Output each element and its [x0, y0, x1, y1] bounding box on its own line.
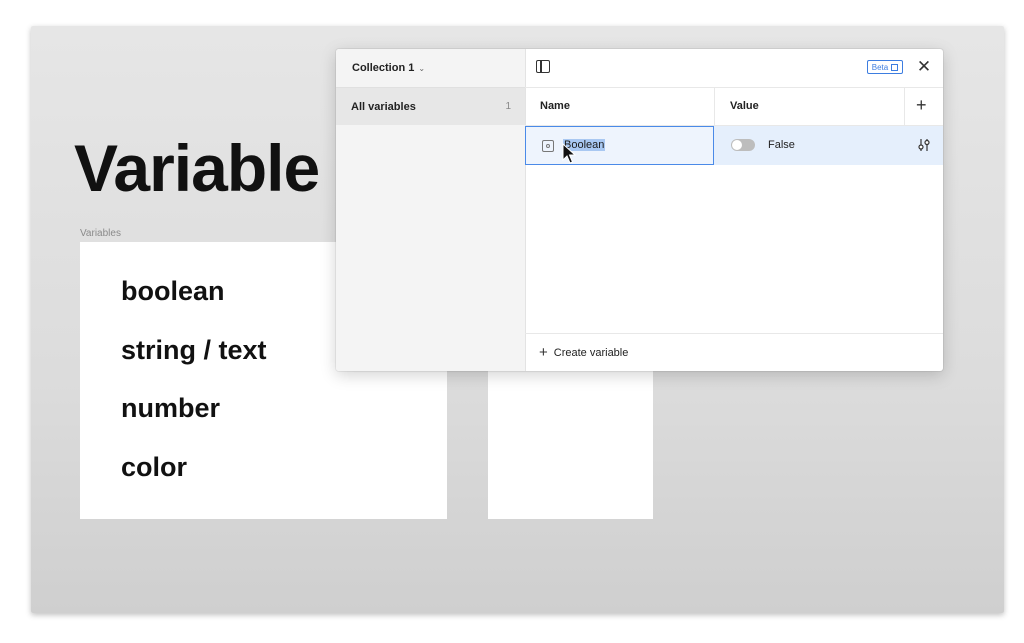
- frame-item-string: string / text: [121, 335, 267, 365]
- table-row[interactable]: Boolean False: [525, 126, 943, 165]
- frame-item-number: number: [121, 393, 221, 423]
- boolean-toggle[interactable]: [731, 139, 755, 151]
- chevron-down-icon: ⌄: [418, 63, 426, 73]
- create-variable-label: Create variable: [553, 346, 629, 359]
- create-variable-button[interactable]: + Create variable: [539, 345, 628, 360]
- column-header-name: Name: [540, 100, 570, 112]
- mouse-pointer-icon: [562, 143, 576, 164]
- variable-name-field[interactable]: Boolean: [525, 126, 714, 165]
- add-mode-icon[interactable]: +: [916, 95, 927, 116]
- variables-modal: Collection 1 ⌄ All variables 1 Beta ✕ Na…: [336, 49, 943, 371]
- modal-footer: + Create variable: [525, 333, 943, 371]
- column-divider: [904, 88, 905, 125]
- beta-label: Beta: [871, 62, 889, 72]
- sidebar-item-label: All variables: [351, 100, 416, 113]
- plus-icon: +: [539, 344, 548, 361]
- variable-value: False: [768, 139, 795, 151]
- collection-name: Collection 1: [352, 62, 415, 74]
- sidebar-item-count: 1: [505, 101, 511, 112]
- column-header-value: Value: [730, 100, 759, 112]
- table-header: Name Value +: [525, 87, 943, 126]
- sidebar-toggle-icon[interactable]: [536, 60, 550, 73]
- external-link-icon: [891, 63, 899, 71]
- modal-toolbar: Beta ✕: [525, 49, 943, 87]
- collection-dropdown[interactable]: Collection 1 ⌄: [352, 61, 425, 75]
- slide-heading: Variable: [74, 131, 320, 205]
- frame-item-color: color: [121, 452, 188, 482]
- column-divider: [714, 88, 715, 125]
- boolean-type-icon: [542, 140, 554, 152]
- frame-label: Variables: [80, 228, 121, 239]
- frame-item-boolean: boolean: [121, 276, 225, 306]
- sidebar-item-all-variables[interactable]: All variables 1: [336, 87, 525, 125]
- collections-sidebar: Collection 1 ⌄ All variables 1: [336, 49, 526, 371]
- close-icon[interactable]: ✕: [915, 57, 933, 77]
- variables-table-panel: Beta ✕ Name Value + Boolean False + Crea…: [525, 49, 943, 371]
- beta-badge[interactable]: Beta: [867, 60, 903, 74]
- edit-variable-icon[interactable]: [917, 138, 931, 152]
